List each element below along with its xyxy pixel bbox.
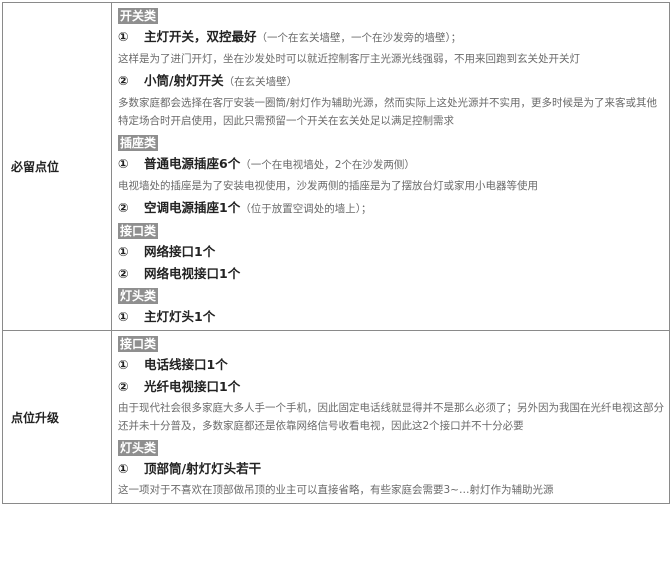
item-note: （位于放置空调处的墙上）； [240, 203, 372, 215]
item-name: 电话线接口1个 [144, 357, 228, 372]
list-item: ① 普通电源插座6个（一个在电视墙处，2个在沙发两侧） [118, 153, 665, 176]
item-name: 主灯灯头1个 [144, 309, 216, 324]
list-item: ② 小筒/射灯开关（在玄关墙壁） [118, 70, 665, 93]
category-tag: 灯头类 [118, 288, 159, 304]
row-header-label: 必留点位 [11, 160, 60, 174]
list-item: ① 网络接口1个 [118, 241, 665, 263]
category-tag: 接口类 [118, 223, 159, 239]
list-item: ① 顶部筒/射灯灯头若干 [118, 458, 665, 480]
item-number: ① [118, 309, 129, 324]
table-row: 点位升级 接口类 ① 电话线接口1个 ② 光纤电视接口1个 由于现代社会很多家庭大多… [2, 330, 670, 504]
item-number: ② [118, 73, 129, 88]
item-number: ① [118, 461, 129, 476]
item-note: （一个在玄关墙壁，一个在沙发旁的墙壁）； [256, 32, 462, 44]
item-name: 网络接口1个 [144, 244, 216, 259]
list-item: ② 光纤电视接口1个 [118, 376, 665, 398]
item-note: （一个在电视墙处，2个在沙发两侧） [240, 159, 415, 171]
list-item: ② 空调电源插座1个（位于放置空调处的墙上）； [118, 197, 665, 220]
item-number: ② [118, 266, 129, 281]
item-description: 由于现代社会很多家庭大多人手一个手机，因此固定电话线就显得并不是那么必须了；另外… [118, 402, 664, 432]
item-number: ① [118, 29, 129, 44]
item-name: 小筒/射灯开关 [144, 73, 224, 88]
outlet-points-table: 必留点位 开关类 ① 主灯开关，双控最好（一个在玄关墙壁，一个在沙发旁的墙壁）； … [2, 2, 670, 504]
item-note: （在玄关墙壁） [223, 76, 298, 88]
item-number: ② [118, 379, 129, 394]
item-number: ② [118, 200, 129, 215]
category-tag: 灯头类 [118, 440, 159, 456]
category-tag: 插座类 [118, 135, 159, 151]
list-item: ② 网络电视接口1个 [118, 263, 665, 285]
item-number: ① [118, 156, 129, 171]
item-name: 顶部筒/射灯灯头若干 [144, 461, 262, 476]
list-item: ① 电话线接口1个 [118, 354, 665, 376]
category-tag: 开关类 [118, 8, 159, 24]
item-name: 主灯开关，双控最好 [144, 29, 257, 44]
item-description: 这样是为了进门开灯，坐在沙发处时可以就近控制客厅主光源光线强弱，不用来回跑到玄关… [118, 53, 580, 65]
table-row: 必留点位 开关类 ① 主灯开关，双控最好（一个在玄关墙壁，一个在沙发旁的墙壁）； … [2, 2, 670, 331]
item-number: ① [118, 244, 129, 259]
item-description: 这一项对于不喜欢在顶部做吊顶的业主可以直接省略，有些家庭会需要3~…射灯作为辅助… [118, 484, 554, 496]
item-name: 光纤电视接口1个 [144, 379, 241, 394]
item-name: 普通电源插座6个 [144, 156, 241, 171]
item-name: 网络电视接口1个 [144, 266, 241, 281]
row-header-cell: 必留点位 [2, 2, 112, 331]
content-cell: 接口类 ① 电话线接口1个 ② 光纤电视接口1个 由于现代社会很多家庭大多人手一个手… [111, 330, 670, 504]
item-description: 多数家庭都会选择在客厅安装一圈筒/射灯作为辅助光源，然而实际上这处光源并不实用，… [118, 97, 658, 127]
category-tag: 接口类 [118, 336, 159, 352]
list-item: ① 主灯灯头1个 [118, 306, 665, 328]
content-cell: 开关类 ① 主灯开关，双控最好（一个在玄关墙壁，一个在沙发旁的墙壁）； 这样是为了… [111, 2, 670, 331]
list-item: ① 主灯开关，双控最好（一个在玄关墙壁，一个在沙发旁的墙壁）； [118, 26, 665, 49]
row-header-cell: 点位升级 [2, 330, 112, 504]
row-header-label: 点位升级 [11, 410, 60, 425]
item-number: ① [118, 357, 129, 372]
item-description: 电视墙处的插座是为了安装电视使用，沙发两侧的插座是为了摆放台灯或家用小电器等使用 [118, 180, 538, 192]
item-name: 空调电源插座1个 [144, 200, 241, 215]
